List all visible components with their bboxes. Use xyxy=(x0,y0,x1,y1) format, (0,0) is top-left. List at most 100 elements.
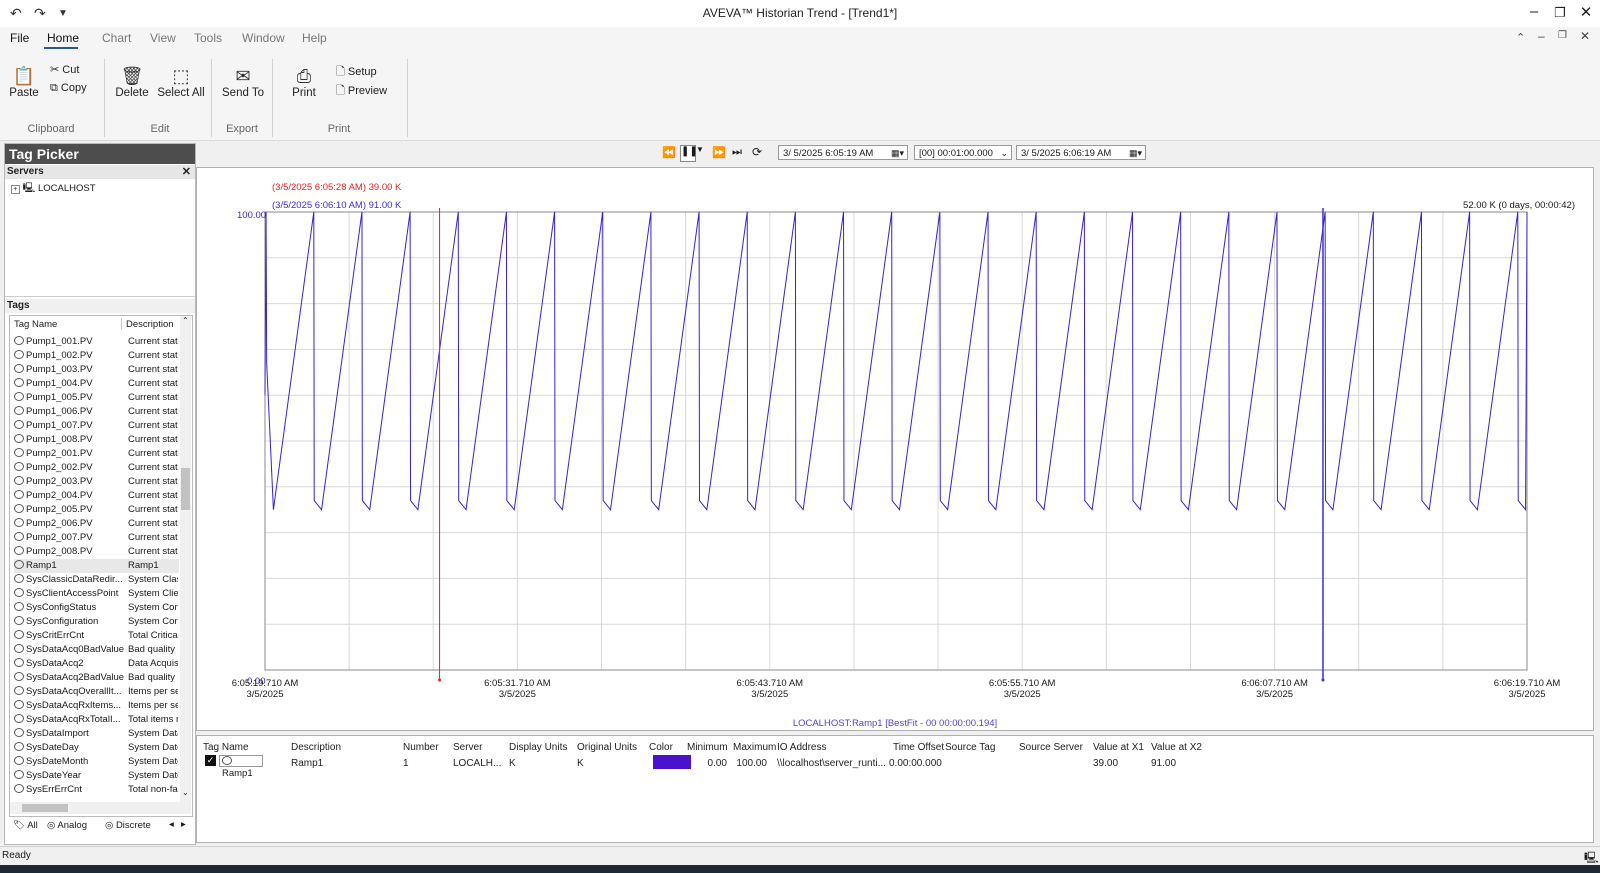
list-item[interactable]: Pump1_008.PV Current stat xyxy=(14,433,179,447)
mdi-close-icon[interactable]: ✕ xyxy=(1580,29,1590,43)
refresh-icon[interactable]: ⟳ xyxy=(752,145,762,159)
pause-button[interactable]: ❚❚ xyxy=(680,145,698,162)
tab-all[interactable]: 🏷 All xyxy=(13,820,38,831)
list-item[interactable]: SysDataAcq0BadValues Bad quality xyxy=(14,643,179,657)
trend-chart-svg[interactable] xyxy=(197,168,1593,730)
setup-button[interactable]: 🗋 Setup xyxy=(336,63,377,82)
list-item[interactable]: Pump2_008.PV Current stat xyxy=(14,545,179,559)
chevron-down-icon[interactable]: ⌄ xyxy=(1000,146,1008,161)
duration-field[interactable]: [00] 00:01:00.000 ⌄ xyxy=(914,145,1012,160)
list-item[interactable]: SysDataAcqOverallIt... Items per se xyxy=(14,685,179,699)
column-header[interactable]: Maximum xyxy=(733,742,776,753)
column-header[interactable]: Original Units xyxy=(577,742,637,753)
tab-scroll-left-icon[interactable]: ◂ xyxy=(169,819,174,830)
calendar-icon[interactable]: ▦▾ xyxy=(1129,146,1142,161)
list-item[interactable]: SysDataAcqRxTotalI... Total items r xyxy=(14,713,179,727)
column-header[interactable]: Server xyxy=(453,742,482,753)
fast-forward-button[interactable]: ⏩ xyxy=(712,146,726,159)
list-item[interactable]: SysErrErrCnt Total non-fa xyxy=(14,783,179,797)
list-item[interactable]: Pump2_001.PV Current stat xyxy=(14,447,179,461)
file-menu[interactable]: File xyxy=(10,31,29,45)
copy-button[interactable]: ⧉ Copy xyxy=(50,82,87,95)
scroll-up-icon[interactable]: ⌃ xyxy=(182,316,189,325)
list-item[interactable]: Pump2_005.PV Current stat xyxy=(14,503,179,517)
tab-home[interactable]: Home xyxy=(47,31,79,45)
list-item[interactable]: Pump1_003.PV Current stat xyxy=(14,363,179,377)
table-row[interactable]: ✓ Ramp1 xyxy=(205,754,267,779)
start-time-field[interactable]: 3/ 5/2025 6:05:19 AM ▦▾ xyxy=(778,145,908,160)
column-header[interactable]: Source Tag xyxy=(945,742,995,753)
close-icon[interactable]: ✕ xyxy=(1576,3,1596,21)
end-time-field[interactable]: 3/ 5/2025 6:06:19 AM ▦▾ xyxy=(1016,145,1146,160)
tab-view[interactable]: View xyxy=(150,31,176,45)
column-header[interactable]: Color xyxy=(649,742,673,753)
list-item[interactable]: SysDateYear System Date xyxy=(14,769,179,783)
list-item[interactable]: Pump1_005.PV Current stat xyxy=(14,391,179,405)
restore-icon[interactable]: ❐ xyxy=(1550,5,1570,21)
minimize-icon[interactable]: – xyxy=(1524,3,1544,20)
tab-discrete[interactable]: ◎ Discrete xyxy=(105,820,151,831)
column-header-description[interactable]: Description xyxy=(126,319,174,330)
column-header[interactable]: IO Address xyxy=(777,742,826,753)
list-item[interactable]: Pump2_004.PV Current stat xyxy=(14,489,179,503)
skip-to-end-button[interactable]: ⏭ xyxy=(732,146,742,159)
cut-button[interactable]: ✂ Cut xyxy=(50,63,79,76)
column-header-tag-name[interactable]: Tag Name xyxy=(14,319,57,330)
list-item[interactable]: SysConfigStatus System Con xyxy=(14,601,179,615)
list-item[interactable]: SysDataAcq2 Data Acquis xyxy=(14,657,179,671)
column-header[interactable]: Tag Name xyxy=(203,742,249,753)
pause-dropdown-icon[interactable]: ▼ xyxy=(696,145,704,154)
h-scroll-thumb[interactable] xyxy=(22,804,68,812)
list-item[interactable]: SysDataImport System Data xyxy=(14,727,179,741)
horizontal-scrollbar[interactable] xyxy=(10,802,191,814)
list-item[interactable]: Pump2_006.PV Current stat xyxy=(14,517,179,531)
column-header[interactable]: Source Server xyxy=(1019,742,1083,753)
list-item[interactable]: SysClientAccessPoint System Clier xyxy=(14,587,179,601)
paste-button[interactable]: 📋 Paste xyxy=(6,65,42,99)
column-header[interactable]: Display Units xyxy=(509,742,567,753)
column-header[interactable]: Description xyxy=(291,742,341,753)
column-header[interactable]: Number xyxy=(403,742,439,753)
list-item[interactable]: Pump1_004.PV Current stat xyxy=(14,377,179,391)
calendar-icon[interactable]: ▦▾ xyxy=(891,146,904,161)
scroll-thumb[interactable] xyxy=(181,468,190,510)
list-item[interactable]: SysClassicDataRedir... System Clas xyxy=(14,573,179,587)
close-pane-icon[interactable]: ✕ xyxy=(182,165,191,179)
expand-icon[interactable]: + xyxy=(11,185,20,194)
checkbox-checked-icon[interactable]: ✓ xyxy=(205,755,216,766)
server-node-localhost[interactable]: + 🖳 LOCALHOST xyxy=(11,181,96,197)
print-button[interactable]: ⎙ Print xyxy=(286,65,322,99)
scroll-down-icon[interactable]: ⌄ xyxy=(182,788,189,797)
preview-button[interactable]: 🗋 Preview xyxy=(336,82,387,101)
splitter[interactable] xyxy=(5,296,195,297)
list-item[interactable]: Ramp1 Ramp1 xyxy=(14,559,179,573)
tab-scroll-right-icon[interactable]: ▸ xyxy=(181,819,186,830)
select-all-button[interactable]: ⬚ Select All xyxy=(156,65,206,99)
list-item[interactable]: Pump2_003.PV Current stat xyxy=(14,475,179,489)
list-item[interactable]: SysDateMonth System Date xyxy=(14,755,179,769)
list-item[interactable]: Pump1_002.PV Current stat xyxy=(14,349,179,363)
send-to-button[interactable]: ✉ Send To xyxy=(218,65,268,99)
list-item[interactable]: SysDataAcq2BadValues Bad quality xyxy=(14,671,179,685)
list-item[interactable]: Pump1_001.PV Current stat xyxy=(14,335,179,349)
trend-chart[interactable]: (3/5/2025 6:05:28 AM) 39.00 K (3/5/2025 … xyxy=(196,167,1594,731)
list-item[interactable]: Pump2_007.PV Current stat xyxy=(14,531,179,545)
mdi-restore-icon[interactable]: ❐ xyxy=(1558,30,1567,41)
list-item[interactable]: SysCritErrCnt Total Critica xyxy=(14,629,179,643)
vertical-scrollbar[interactable]: ⌃ ⌄ xyxy=(180,316,191,802)
mdi-minimize-icon[interactable]: – xyxy=(1538,29,1545,43)
column-header[interactable]: Minimum xyxy=(687,742,728,753)
row-color-swatch[interactable] xyxy=(653,755,691,769)
delete-button[interactable]: 🗑 Delete xyxy=(114,65,150,99)
list-item[interactable]: SysConfiguration System Con xyxy=(14,615,179,629)
column-header[interactable]: Value at X2 xyxy=(1151,742,1202,753)
tab-analog[interactable]: ◎ Analog xyxy=(47,820,87,831)
tab-help[interactable]: Help xyxy=(302,31,327,45)
list-item[interactable]: SysDateDay System Date xyxy=(14,741,179,755)
column-header[interactable]: Value at X1 xyxy=(1093,742,1144,753)
tab-chart[interactable]: Chart xyxy=(102,31,131,45)
column-header[interactable]: Time Offset xyxy=(893,742,944,753)
collapse-ribbon-icon[interactable]: ⌃ xyxy=(1516,31,1525,44)
list-item[interactable]: Pump2_002.PV Current stat xyxy=(14,461,179,475)
list-item[interactable]: Pump1_006.PV Current stat xyxy=(14,405,179,419)
